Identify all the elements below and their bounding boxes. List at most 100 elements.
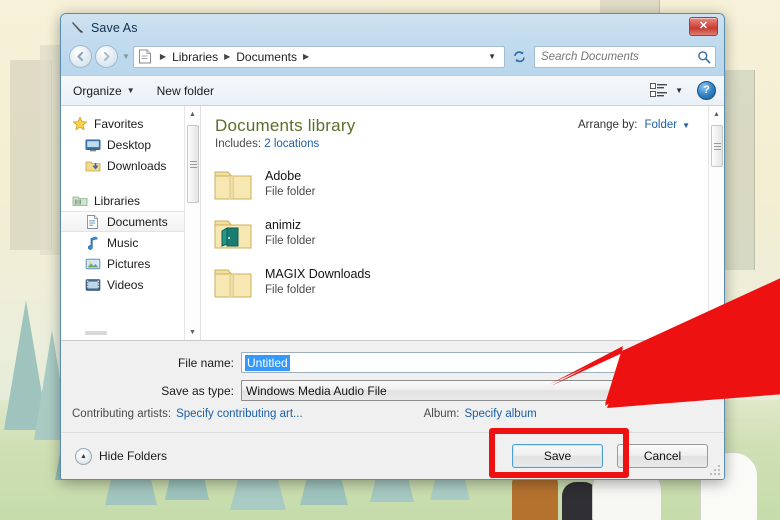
list-view-icon[interactable]	[650, 83, 668, 98]
table-row[interactable]: Adobe File folder	[213, 160, 724, 209]
sidebar-item-pictures[interactable]: Pictures	[61, 253, 200, 274]
toolbar: Organize ▼ New folder ▼ ?	[61, 76, 724, 106]
hide-folders-label: Hide Folders	[99, 449, 168, 463]
question-mark-icon: ?	[703, 84, 710, 96]
cancel-label: Cancel	[643, 449, 682, 463]
search-box[interactable]	[534, 45, 716, 68]
savetype-select[interactable]: Windows Media Audio File ▼	[241, 380, 672, 401]
sidebar-item-videos[interactable]: Videos	[61, 274, 200, 295]
refresh-icon	[513, 51, 525, 63]
libraries-icon	[72, 196, 88, 206]
contributing-artists-link[interactable]: Specify contributing art...	[176, 408, 303, 420]
nav-partial-item[interactable]	[85, 331, 107, 335]
breadcrumb-separator: ▶	[224, 52, 231, 61]
nav-group-favorites[interactable]: Favorites	[61, 113, 200, 134]
breadcrumb-item-documents[interactable]: Documents	[234, 50, 299, 64]
music-note-icon	[88, 236, 98, 250]
file-name: MAGIX Downloads	[265, 267, 371, 282]
library-includes: Includes: 2 locations	[215, 138, 724, 150]
scrollbar-thumb[interactable]	[711, 125, 723, 167]
album-label: Album:	[423, 408, 460, 420]
close-button[interactable]: ✕	[689, 17, 718, 36]
breadcrumb-dropdown-button[interactable]: ▼	[483, 52, 501, 61]
nav-label: Libraries	[94, 193, 141, 208]
nav-label: Music	[107, 235, 139, 250]
file-list: Adobe File folder animiz File folder MAG…	[201, 156, 724, 307]
folder-icon	[214, 269, 252, 297]
sidebar-item-desktop[interactable]: Desktop	[61, 134, 200, 155]
nav-label: Downloads	[107, 158, 167, 173]
savetype-row: Save as type: Windows Media Audio File ▼	[61, 380, 724, 401]
breadcrumb-separator: ▶	[159, 52, 167, 61]
search-icon	[698, 50, 711, 63]
star-icon	[73, 116, 87, 130]
window-title: Save As	[91, 21, 138, 35]
pictures-icon	[85, 258, 101, 269]
file-type: File folder	[265, 186, 316, 199]
dialog-footer: ▲ Hide Folders Save Cancel	[61, 432, 724, 479]
nav-label: Desktop	[107, 137, 152, 152]
file-list-pane: Documents library Includes: 2 locations …	[201, 106, 724, 340]
sidebar-item-downloads[interactable]: Downloads	[61, 155, 200, 176]
locations-link[interactable]: 2 locations	[264, 138, 319, 150]
save-form: File name: Untitled Save as type: Window…	[61, 341, 724, 420]
file-row-text: MAGIX Downloads File folder	[265, 266, 371, 298]
nav-group-libraries[interactable]: Libraries	[61, 190, 200, 211]
file-name: Adobe	[265, 169, 302, 184]
nav-label: Documents	[107, 214, 168, 229]
videos-icon	[85, 278, 101, 291]
chevron-down-icon[interactable]: ▼	[682, 121, 690, 130]
table-row[interactable]: MAGIX Downloads File folder	[213, 258, 724, 307]
folder-open-teal-icon	[214, 220, 252, 248]
breadcrumb-item-libraries[interactable]: Libraries	[170, 50, 220, 64]
table-row[interactable]: animiz File folder	[213, 209, 724, 258]
scroll-up-button[interactable]: ▲	[709, 106, 724, 122]
resize-grip[interactable]	[709, 464, 721, 476]
filename-label: File name:	[177, 355, 234, 370]
forward-button[interactable]	[95, 45, 118, 68]
scrollbar-grip	[713, 142, 721, 150]
documents-library-icon	[87, 214, 98, 229]
metadata-row: Contributing artists: Specify contributi…	[61, 408, 724, 420]
dialog-chrome: Save As ✕ ▼ ▶ Libraries ▶ Documents ▶ ▼ …	[61, 14, 724, 76]
filename-input[interactable]: Untitled	[241, 352, 672, 373]
chevron-down-icon: ▼	[126, 86, 135, 95]
arrange-value[interactable]: Folder	[644, 119, 677, 131]
organize-label: Organize	[73, 83, 122, 98]
desktop-icon	[85, 139, 101, 151]
filename-row: File name: Untitled	[61, 352, 724, 373]
new-folder-label: New folder	[156, 83, 214, 98]
back-button[interactable]	[69, 45, 92, 68]
new-folder-button[interactable]: New folder	[157, 84, 214, 98]
search-input[interactable]	[541, 50, 697, 63]
scroll-down-button[interactable]: ▼	[185, 324, 200, 340]
organize-button[interactable]: Organize ▼	[73, 84, 135, 98]
address-bar: ▼ ▶ Libraries ▶ Documents ▶ ▼	[61, 42, 724, 75]
back-arrow-icon	[77, 51, 84, 62]
arrange-by-control: Arrange by: Folder ▼	[578, 119, 690, 131]
view-dropdown-button[interactable]: ▼	[675, 86, 683, 95]
help-button[interactable]: ?	[697, 81, 716, 100]
breadcrumb[interactable]: ▶ Libraries ▶ Documents ▶ ▼	[132, 45, 505, 68]
refresh-button[interactable]	[508, 46, 530, 68]
contributing-artists-label: Contributing artists:	[72, 408, 172, 420]
album-link[interactable]: Specify album	[464, 408, 536, 420]
title-bar: Save As ✕	[61, 14, 724, 42]
history-dropdown-button[interactable]: ▼	[122, 52, 130, 61]
scrollbar-thumb[interactable]	[187, 125, 199, 203]
sidebar-item-music[interactable]: Music	[61, 232, 200, 253]
file-row-text: animiz File folder	[265, 217, 316, 249]
scroll-up-button[interactable]: ▲	[185, 106, 200, 122]
downloads-folder-icon	[85, 161, 101, 171]
hide-folders-button[interactable]: ▲ Hide Folders	[75, 447, 168, 465]
chevron-down-icon: ▼	[654, 381, 671, 400]
file-list-scrollbar[interactable]: ▲	[708, 106, 724, 340]
filename-value: Untitled	[245, 354, 290, 371]
document-icon	[138, 49, 151, 64]
save-button[interactable]: Save	[512, 444, 603, 468]
nav-label: Videos	[107, 277, 144, 292]
cancel-button[interactable]: Cancel	[617, 444, 708, 468]
navpane-scrollbar[interactable]: ▲ ▼	[184, 106, 200, 340]
scrollbar-grip	[189, 160, 197, 168]
sidebar-item-documents[interactable]: Documents	[61, 211, 185, 232]
